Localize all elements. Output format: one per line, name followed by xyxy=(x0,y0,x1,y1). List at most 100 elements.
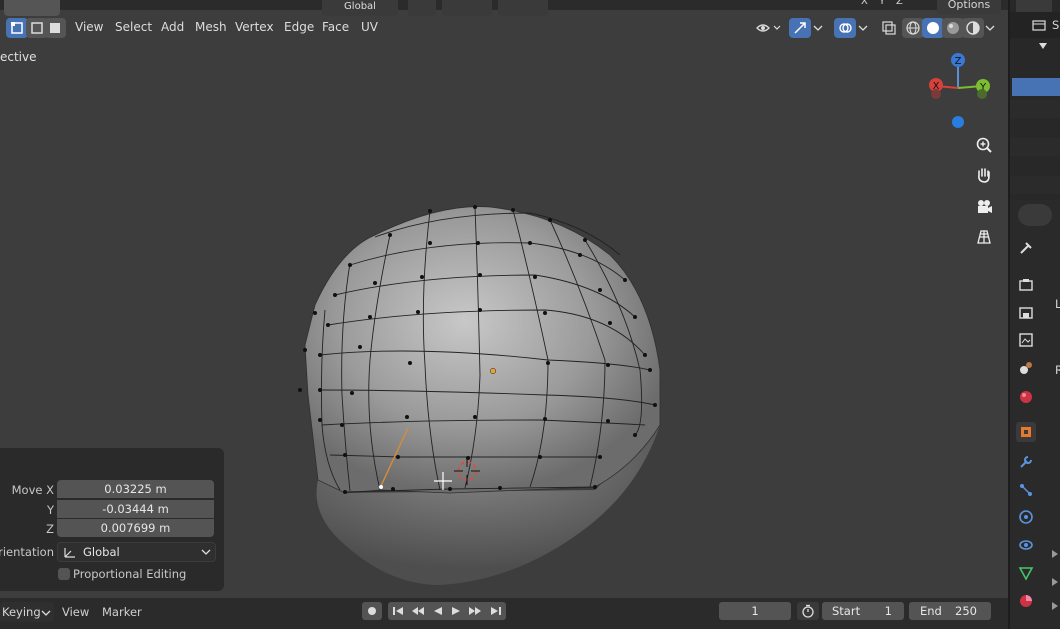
gizmo-toggle-icon[interactable] xyxy=(789,18,811,38)
scroll-arrow-icon[interactable] xyxy=(1052,578,1058,586)
orientation-value: Global xyxy=(83,545,120,559)
modifier-wrench-icon[interactable] xyxy=(1016,452,1036,472)
tool-icon[interactable] xyxy=(1016,238,1036,258)
head-mesh[interactable] xyxy=(290,195,680,595)
navigation-gizmo[interactable]: Z Y X xyxy=(925,50,995,130)
outliner-row[interactable] xyxy=(1010,138,1060,156)
expand-arrow-icon[interactable] xyxy=(1038,42,1048,50)
operator-redo-panel: Move X 0.03225 m Y -0.03444 m Z 0.007699… xyxy=(0,448,224,591)
menu-add[interactable]: Add xyxy=(156,18,189,36)
material-icon[interactable] xyxy=(1016,591,1036,611)
view-perspective-label: ective xyxy=(0,50,37,64)
timeline-view-menu[interactable]: View xyxy=(62,605,89,619)
move-y-label: Y xyxy=(46,503,54,517)
playback-controls xyxy=(388,602,506,620)
gizmo-z-label: Z xyxy=(955,56,962,67)
grid-view-icon[interactable] xyxy=(971,224,997,250)
current-frame-field[interactable]: 1 xyxy=(719,602,791,620)
chevron-down-icon xyxy=(201,549,211,555)
view-layer-icon[interactable] xyxy=(1016,330,1036,350)
jump-start-icon[interactable] xyxy=(392,606,404,616)
start-frame-field[interactable]: Start 1 xyxy=(822,602,904,620)
orientation-icon xyxy=(64,548,75,558)
menu-mesh[interactable]: Mesh xyxy=(190,18,232,36)
mouse-crosshair-icon xyxy=(434,472,452,490)
viewport-top-header: Global X Y Z Options xyxy=(0,0,1008,16)
constraints-icon[interactable] xyxy=(1016,535,1036,555)
end-frame-field[interactable]: End 250 xyxy=(909,602,991,620)
start-value: 1 xyxy=(884,604,892,618)
move-y-field[interactable]: -0.03444 m xyxy=(57,500,214,518)
outliner-row[interactable] xyxy=(1010,176,1060,194)
orientation-dropdown[interactable]: Global xyxy=(322,0,398,16)
visibility-icon[interactable] xyxy=(752,18,784,38)
scene-collection-label[interactable]: S xyxy=(1052,18,1059,32)
next-keyframe-icon[interactable] xyxy=(468,606,482,616)
play-reverse-icon[interactable] xyxy=(433,606,443,616)
outliner-selected-row[interactable] xyxy=(1012,78,1060,96)
menu-vertex[interactable]: Vertex xyxy=(230,18,279,36)
mirror-y-label[interactable]: Y xyxy=(879,0,885,7)
menu-uv[interactable]: UV xyxy=(356,18,383,36)
xray-icon[interactable] xyxy=(878,18,900,38)
render-icon[interactable] xyxy=(1016,275,1036,295)
mesh-data-icon[interactable] xyxy=(1016,563,1036,583)
overlays-dropdown-icon[interactable] xyxy=(855,18,871,38)
snap-icon[interactable] xyxy=(442,0,492,16)
rendered-shading-icon[interactable] xyxy=(962,18,984,38)
select-mode-icons[interactable] xyxy=(4,0,60,16)
timeline-marker-menu[interactable]: Marker xyxy=(102,605,142,619)
mirror-z-label[interactable]: Z xyxy=(896,0,903,7)
move-x-field[interactable]: 0.03225 m xyxy=(57,480,214,498)
play-icon[interactable] xyxy=(451,606,461,616)
scroll-arrow-icon[interactable] xyxy=(1052,602,1058,610)
menu-select[interactable]: Select xyxy=(110,18,157,36)
face-select-icon[interactable] xyxy=(44,18,66,38)
orientation-select[interactable]: Global xyxy=(57,542,216,562)
stopwatch-icon[interactable] xyxy=(797,602,819,620)
menu-view[interactable]: View xyxy=(70,18,108,36)
shading-dropdown-icon[interactable] xyxy=(982,18,998,38)
menu-face[interactable]: Face xyxy=(317,18,354,36)
scene-icon[interactable] xyxy=(1016,358,1036,378)
physics-icon[interactable] xyxy=(1016,507,1036,527)
move-z-label: Z xyxy=(46,522,54,536)
keying-label: Keying xyxy=(2,605,41,619)
outliner-panel: S xyxy=(1010,0,1060,200)
vertex-select-icon[interactable] xyxy=(6,18,28,38)
camera-icon[interactable] xyxy=(971,194,997,220)
proportional-editing-checkbox[interactable] xyxy=(58,568,70,580)
particles-icon[interactable] xyxy=(1016,480,1036,500)
outliner-row[interactable] xyxy=(1010,100,1060,118)
move-z-field[interactable]: 0.007699 m xyxy=(57,519,214,537)
proportional-edit-icon[interactable] xyxy=(498,0,548,16)
gizmo-dropdown-icon[interactable] xyxy=(810,18,826,38)
pivot-icon[interactable] xyxy=(408,0,436,16)
prev-keyframe-icon[interactable] xyxy=(411,606,425,616)
wireframe-shading-icon[interactable] xyxy=(902,18,924,38)
proportional-editing-label: Proportional Editing xyxy=(73,567,187,581)
material-shading-icon[interactable] xyxy=(942,18,964,38)
overlays-icon[interactable] xyxy=(834,18,856,38)
keying-dropdown[interactable]: Keying xyxy=(0,602,54,622)
world-icon[interactable] xyxy=(1016,387,1036,407)
editor-type-icon[interactable] xyxy=(1018,204,1052,226)
move-x-label: Move X xyxy=(11,483,54,497)
mirror-x-label[interactable]: X xyxy=(861,0,868,7)
collection-icon xyxy=(1032,20,1046,31)
options-button[interactable]: Options xyxy=(937,0,1001,14)
chevron-down-icon xyxy=(41,610,51,616)
object-icon[interactable] xyxy=(1016,422,1036,442)
menu-edge[interactable]: Edge xyxy=(279,18,319,36)
end-label: End xyxy=(920,604,942,618)
record-button[interactable] xyxy=(362,602,382,620)
solid-shading-icon[interactable] xyxy=(922,18,944,38)
pan-hand-icon[interactable] xyxy=(971,162,997,188)
jump-end-icon[interactable] xyxy=(490,606,502,616)
zoom-icon[interactable] xyxy=(971,132,997,158)
scroll-arrow-icon[interactable] xyxy=(1052,550,1058,558)
record-icon xyxy=(368,607,376,615)
end-value: 250 xyxy=(955,604,977,618)
orientation-dropdown-label: Global xyxy=(344,0,376,12)
output-icon[interactable] xyxy=(1016,303,1036,323)
